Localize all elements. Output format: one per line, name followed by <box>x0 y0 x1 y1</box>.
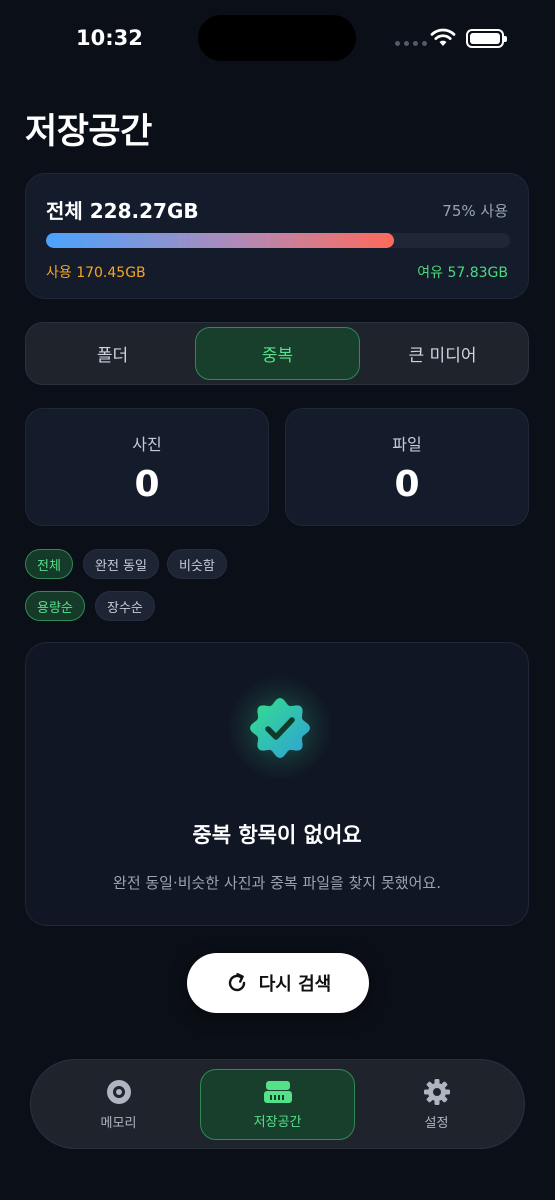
storage-usage-fill <box>46 233 394 248</box>
dynamic-island <box>198 15 356 61</box>
filter-chip-exact[interactable]: 완전 동일 <box>83 549 159 579</box>
page-title: 저장공간 <box>25 112 152 152</box>
wifi-icon <box>430 28 456 46</box>
refresh-icon <box>228 973 245 992</box>
view-segmented-control: 폴더 중복 큰 미디어 <box>25 322 529 385</box>
stat-value: 0 <box>394 464 420 505</box>
storage-usage-bar <box>46 233 510 248</box>
empty-state-card: 중복 항목이 없어요 완전 동일·비슷한 사진과 중복 파일을 찾지 못했어요. <box>25 642 529 926</box>
stat-label: 사진 <box>132 435 162 454</box>
bottom-tab-bar: 메모리 저장공간 설정 <box>30 1059 525 1149</box>
storage-free-label: 여유 57.83GB <box>417 265 508 281</box>
segment-folder[interactable]: 폴더 <box>30 327 195 380</box>
tab-label: 메모리 <box>100 1116 137 1131</box>
segment-large-media[interactable]: 큰 미디어 <box>360 327 525 380</box>
verified-check-badge-icon <box>228 676 332 780</box>
storage-total-label: 전체 228.27GB <box>46 199 199 223</box>
rescan-label: 다시 검색 <box>258 974 332 995</box>
segment-duplicates[interactable]: 중복 <box>195 327 360 380</box>
photo-duplicates-card[interactable]: 사진 0 <box>25 408 269 526</box>
storage-summary-card: 전체 228.27GB 75% 사용 사용 170.45GB 여유 57.83G… <box>25 173 529 299</box>
tab-memory[interactable]: 메모리 <box>41 1069 196 1140</box>
gear-icon <box>423 1079 450 1105</box>
storage-drive-icon <box>263 1081 292 1103</box>
sort-chip-size[interactable]: 용량순 <box>25 591 85 621</box>
empty-state-description: 완전 동일·비슷한 사진과 중복 파일을 찾지 못했어요. <box>113 874 441 892</box>
cellular-signal-icon <box>395 41 427 46</box>
tab-label: 설정 <box>424 1116 449 1131</box>
status-time: 10:32 <box>76 26 143 50</box>
empty-state-title: 중복 항목이 없어요 <box>192 823 362 847</box>
filter-chip-similar[interactable]: 비슷함 <box>167 549 227 579</box>
storage-screen: 10:32 저장공간 전체 228.27GB 75% 사용 사용 170.45G… <box>0 0 555 1200</box>
memory-disc-icon <box>106 1080 131 1104</box>
stat-label: 파일 <box>392 435 422 454</box>
filter-chip-all[interactable]: 전체 <box>25 549 73 579</box>
file-duplicates-card[interactable]: 파일 0 <box>285 408 529 526</box>
storage-used-label: 사용 170.45GB <box>46 265 146 281</box>
tab-settings[interactable]: 설정 <box>359 1069 514 1140</box>
rescan-button[interactable]: 다시 검색 <box>187 953 369 1013</box>
battery-icon <box>466 29 507 48</box>
tab-storage[interactable]: 저장공간 <box>200 1069 355 1140</box>
storage-percent-label: 75% 사용 <box>442 202 508 220</box>
tab-label: 저장공간 <box>253 1115 302 1130</box>
stat-value: 0 <box>134 464 160 505</box>
sort-chip-count[interactable]: 장수순 <box>95 591 155 621</box>
